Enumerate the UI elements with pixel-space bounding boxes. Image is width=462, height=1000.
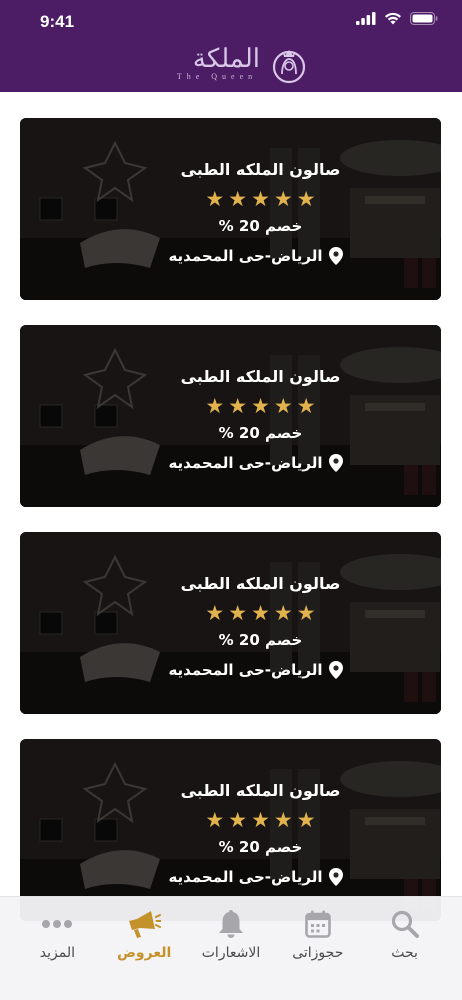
tab-notifications[interactable]: الاشعارات: [188, 897, 275, 1000]
tab-search[interactable]: بحث: [361, 897, 448, 1000]
salon-name: صالون الملكه الطبى: [180, 781, 341, 800]
star-icon: ★: [205, 808, 225, 832]
star-icon: ★: [273, 601, 293, 625]
star-icon: ★: [228, 394, 248, 418]
tab-label: الاشعارات: [201, 945, 261, 961]
star-icon: ★: [296, 808, 316, 832]
search-icon: [391, 910, 419, 938]
offer-card-info: صالون الملكه الطبى ★ ★ ★ ★ ★ خصم 20 % ال…: [20, 779, 441, 889]
star-icon: ★: [296, 394, 316, 418]
salon-location: الرياض-حى المحمديه: [168, 658, 343, 682]
star-icon: ★: [251, 808, 270, 832]
logo-text-arabic: الملكة: [192, 44, 260, 74]
star-icon: ★: [251, 601, 270, 625]
offer-card-info: صالون الملكه الطبى ★ ★ ★ ★ ★ خصم 20 % ال…: [20, 365, 441, 475]
signal-icon: [356, 12, 376, 25]
location-text: الرياض-حى المحمديه: [168, 868, 323, 886]
offer-card[interactable]: صالون الملكه الطبى ★ ★ ★ ★ ★ خصم 20 % ال…: [20, 739, 441, 921]
rating-stars: ★ ★ ★ ★ ★: [205, 602, 315, 624]
star-icon: ★: [205, 601, 225, 625]
megaphone-icon: [129, 911, 162, 938]
tab-bookings[interactable]: حجوزاتى: [274, 897, 361, 1000]
star-icon: ★: [273, 808, 293, 832]
salon-name: صالون الملكه الطبى: [180, 574, 341, 593]
star-icon: ★: [205, 187, 225, 211]
status-time: 9:41: [40, 12, 75, 31]
star-icon: ★: [296, 187, 316, 211]
offers-list: صالون الملكه الطبى ★ ★ ★ ★ ★ خصم 20 % ال…: [20, 118, 441, 946]
location-text: الرياض-حى المحمديه: [168, 454, 323, 472]
rating-stars: ★ ★ ★ ★ ★: [205, 809, 315, 831]
app-header: 9:41 الملكة The Queen: [0, 0, 462, 92]
app-logo: الملكة The Queen: [170, 44, 310, 86]
rating-stars: ★ ★ ★ ★ ★: [205, 395, 315, 417]
tab-label: العروض: [117, 945, 172, 961]
bottom-tab-bar: بحث حجوزاتى الاشعارات العروض المزيد: [0, 896, 462, 1000]
status-bar: 9:41: [0, 0, 462, 44]
discount-label: خصم 20 %: [218, 217, 303, 235]
salon-location: الرياض-حى المحمديه: [168, 244, 343, 268]
tab-label: بحث: [391, 945, 418, 961]
salon-name: صالون الملكه الطبى: [180, 367, 341, 386]
queen-crown-logo-icon: [272, 50, 306, 84]
discount-label: خصم 20 %: [218, 631, 303, 649]
star-icon: ★: [296, 601, 316, 625]
more-dots-icon: [42, 920, 73, 928]
offer-card[interactable]: صالون الملكه الطبى ★ ★ ★ ★ ★ خصم 20 % ال…: [20, 532, 441, 714]
location-pin-icon: [328, 661, 343, 679]
salon-name: صالون الملكه الطبى: [180, 160, 341, 179]
star-icon: ★: [228, 808, 248, 832]
rating-stars: ★ ★ ★ ★ ★: [205, 188, 315, 210]
discount-label: خصم 20 %: [218, 424, 303, 442]
location-pin-icon: [328, 247, 343, 265]
tab-label: حجوزاتى: [292, 945, 344, 961]
salon-location: الرياض-حى المحمديه: [168, 865, 343, 889]
star-icon: ★: [273, 187, 293, 211]
star-icon: ★: [228, 187, 248, 211]
calendar-icon: [304, 910, 331, 938]
wifi-icon: [385, 12, 401, 25]
location-pin-icon: [328, 868, 343, 886]
tab-offers[interactable]: العروض: [101, 897, 188, 1000]
discount-label: خصم 20 %: [218, 838, 303, 856]
offer-card-info: صالون الملكه الطبى ★ ★ ★ ★ ★ خصم 20 % ال…: [20, 572, 441, 682]
star-icon: ★: [205, 394, 225, 418]
salon-location: الرياض-حى المحمديه: [168, 451, 343, 475]
tab-label: المزيد: [39, 945, 75, 961]
offer-card[interactable]: صالون الملكه الطبى ★ ★ ★ ★ ★ خصم 20 % ال…: [20, 325, 441, 507]
offer-card-info: صالون الملكه الطبى ★ ★ ★ ★ ★ خصم 20 % ال…: [20, 158, 441, 268]
star-icon: ★: [273, 394, 293, 418]
location-text: الرياض-حى المحمديه: [168, 247, 323, 265]
star-icon: ★: [228, 601, 248, 625]
status-icons: [356, 12, 438, 25]
logo-text-english: The Queen: [176, 72, 258, 81]
app-screen: 9:41 الملكة The Queen صالون الملكه الطبى…: [0, 0, 462, 1000]
bell-icon: [218, 910, 243, 938]
offer-card[interactable]: صالون الملكه الطبى ★ ★ ★ ★ ★ خصم 20 % ال…: [20, 118, 441, 300]
tab-more[interactable]: المزيد: [14, 897, 101, 1000]
star-icon: ★: [251, 394, 270, 418]
location-pin-icon: [328, 454, 343, 472]
location-text: الرياض-حى المحمديه: [168, 661, 323, 679]
star-icon: ★: [251, 187, 270, 211]
battery-icon: [410, 12, 438, 25]
